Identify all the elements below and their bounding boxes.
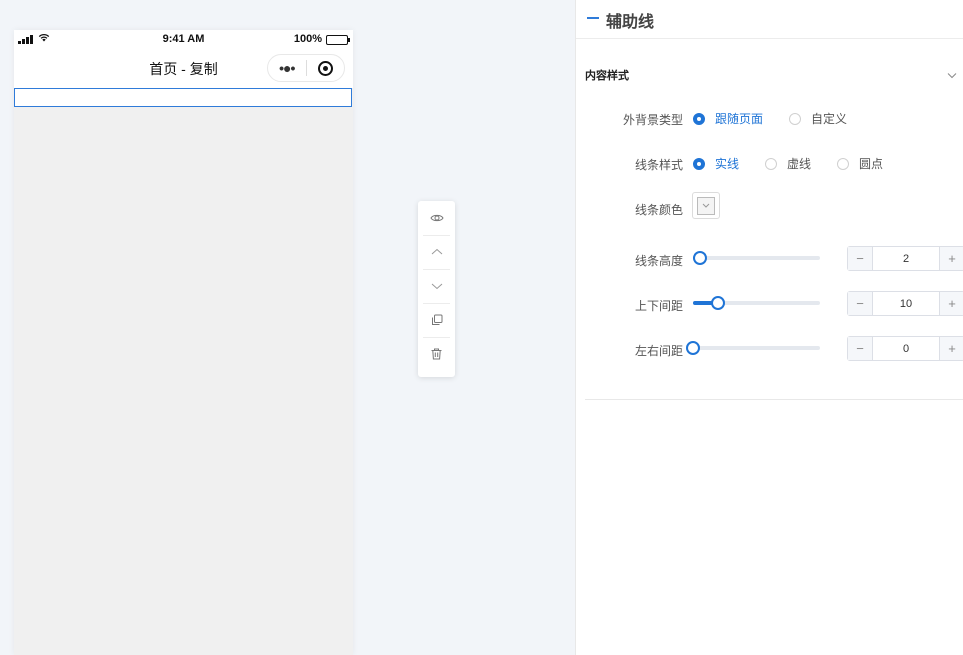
- panel-title: 辅助线: [606, 14, 655, 31]
- line-height-slider[interactable]: [692, 251, 820, 265]
- line-style-label: 线条样式: [634, 158, 683, 172]
- radio-dashed[interactable]: 虚线: [765, 155, 811, 172]
- line-height-input[interactable]: 2: [873, 247, 939, 270]
- status-bar: 9:41 AM 100%: [14, 30, 353, 50]
- line-style-radio-group: 实线 虚线 圆点: [693, 155, 909, 172]
- decrement-button[interactable]: −: [848, 292, 873, 315]
- close-target-icon[interactable]: [306, 60, 344, 76]
- slider-thumb[interactable]: [692, 251, 707, 265]
- battery-icon: [326, 35, 350, 45]
- section-divider: [585, 399, 963, 400]
- radio-dot: [693, 157, 705, 170]
- more-dots-icon[interactable]: •●•: [268, 60, 306, 76]
- chevron-up-icon[interactable]: [423, 238, 450, 270]
- slider-thumb[interactable]: [711, 296, 726, 310]
- background-type-radio-group: 跟随页面 自定义: [693, 110, 873, 127]
- horizontal-padding-input[interactable]: 0: [873, 337, 939, 360]
- panel-header: 辅助线: [576, 0, 963, 39]
- radio-dot: [693, 112, 705, 125]
- chevron-down-icon[interactable]: [947, 66, 957, 84]
- slider-thumb[interactable]: [686, 341, 700, 355]
- background-type-label: 外背景类型: [622, 113, 683, 127]
- vertical-padding-input[interactable]: 10: [873, 292, 939, 315]
- section-title: 内容样式: [585, 70, 629, 82]
- horizontal-padding-stepper: − 0 +: [847, 336, 963, 361]
- phone-preview: 9:41 AM 100% 首页 - 复制 •●•: [14, 30, 353, 655]
- increment-button[interactable]: +: [939, 247, 963, 270]
- line-color-label: 线条颜色: [634, 203, 683, 217]
- radio-dot: [765, 157, 778, 170]
- radio-solid[interactable]: 实线: [693, 155, 739, 172]
- trash-icon[interactable]: [423, 340, 450, 368]
- radio-dotted[interactable]: 圆点: [837, 155, 883, 172]
- vertical-padding-slider[interactable]: [693, 296, 820, 310]
- vertical-padding-stepper: − 10 +: [847, 291, 963, 316]
- increment-button[interactable]: +: [939, 292, 963, 315]
- radio-dot: [837, 157, 850, 170]
- battery-percent: 100%: [293, 33, 322, 45]
- color-swatch-inner: [697, 196, 715, 215]
- line-height-stepper: − 2 +: [847, 246, 963, 271]
- component-toolbar: [418, 201, 455, 377]
- horizontal-padding-slider[interactable]: [686, 341, 820, 355]
- copy-icon[interactable]: [423, 306, 450, 338]
- line-color-picker[interactable]: [692, 192, 720, 219]
- decrement-button[interactable]: −: [848, 337, 873, 360]
- horizontal-padding-label: 左右间距: [634, 344, 683, 358]
- radio-custom[interactable]: 自定义: [789, 110, 847, 127]
- decrement-button[interactable]: −: [848, 247, 873, 270]
- vertical-padding-label: 上下间距: [634, 299, 683, 313]
- divider-component-selected[interactable]: [14, 88, 352, 107]
- mini-program-navbar: 首页 - 复制 •●•: [14, 50, 353, 88]
- radio-follow-page[interactable]: 跟随页面: [693, 110, 763, 127]
- eye-icon[interactable]: [423, 204, 450, 236]
- radio-dot: [789, 112, 802, 125]
- line-height-label: 线条高度: [634, 254, 683, 268]
- increment-button[interactable]: +: [939, 337, 963, 360]
- title-accent-bar: [587, 17, 599, 19]
- chevron-down-icon[interactable]: [423, 272, 450, 304]
- capsule-menu[interactable]: •●•: [267, 54, 345, 82]
- settings-panel: 辅助线 内容样式 外背景类型 跟随页面 自定义 线条样式 实线 虚线 圆点 线条…: [575, 0, 963, 655]
